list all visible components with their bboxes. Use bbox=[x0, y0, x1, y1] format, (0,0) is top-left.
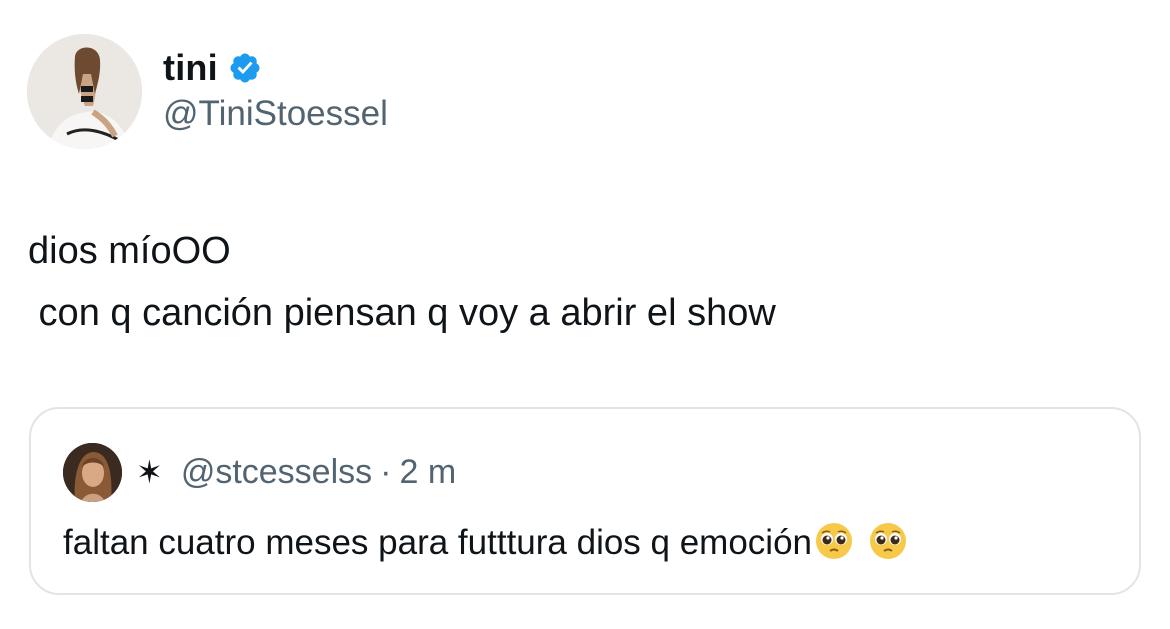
quote-header: ✶ @stcesselss · 2 m bbox=[63, 442, 456, 502]
quote-text: faltan cuatro meses para futttura dios q… bbox=[63, 521, 908, 563]
quote-tweet-card[interactable]: ✶ @stcesselss · 2 m faltan cuatro meses … bbox=[29, 407, 1141, 595]
tweet-card: tini @TiniStoessel dios míoOO con q canc… bbox=[0, 0, 1170, 629]
author-handle[interactable]: @TiniStoessel bbox=[163, 94, 388, 134]
quote-timestamp: 2 m bbox=[399, 452, 457, 491]
author-display-name[interactable]: tini bbox=[163, 47, 218, 89]
pleading-face-emoji-icon bbox=[868, 521, 908, 561]
quote-author-avatar bbox=[63, 442, 122, 502]
tweet-text: dios míoOO con q canción piensan q voy a… bbox=[28, 220, 776, 344]
tweet-text-line-1: dios míoOO bbox=[28, 230, 231, 272]
tweet-text-line-2: con q canción piensan q voy a abrir el s… bbox=[28, 292, 776, 334]
verified-badge-icon bbox=[228, 51, 262, 85]
pleading-face-emoji-icon bbox=[814, 521, 854, 561]
quote-author-handle: @stcesselss bbox=[180, 452, 373, 491]
author-avatar[interactable] bbox=[27, 34, 142, 149]
quote-author-name: ✶ bbox=[136, 454, 163, 490]
author-name-row: tini bbox=[163, 44, 388, 92]
quote-text-body: faltan cuatro meses para futttura dios q… bbox=[63, 523, 813, 562]
author-block: tini @TiniStoessel bbox=[163, 44, 388, 134]
quote-separator: · bbox=[380, 452, 392, 491]
